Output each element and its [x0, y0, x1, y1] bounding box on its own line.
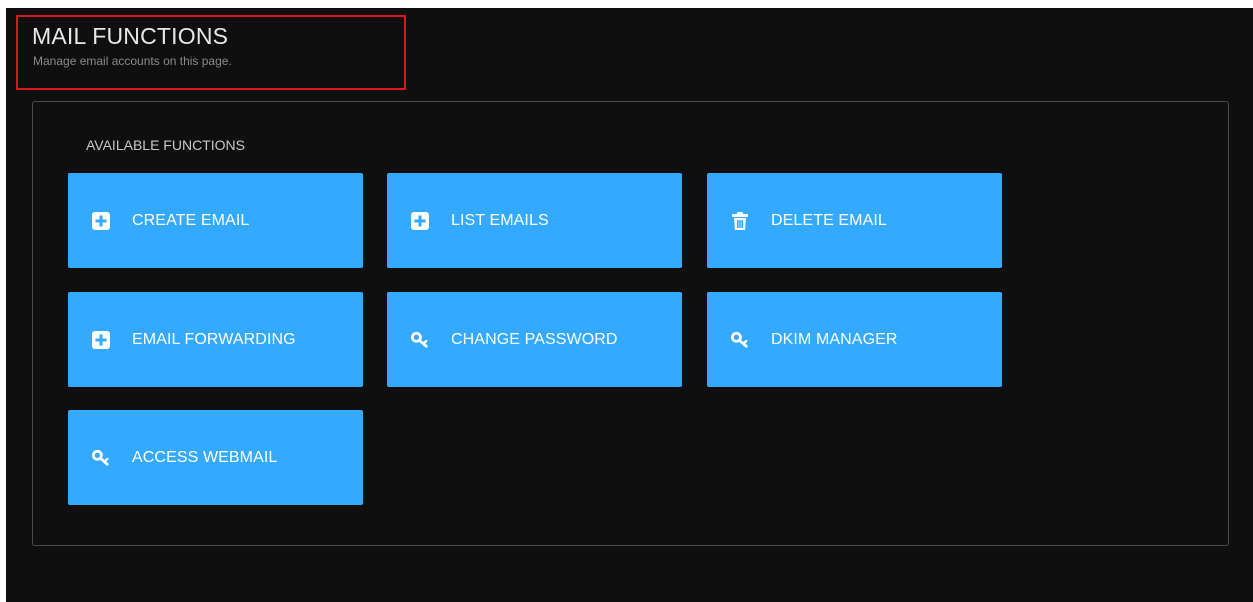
access-webmail-label: ACCESS WEBMAIL [132, 448, 278, 466]
main-canvas: MAIL FUNCTIONS Manage email accounts on … [6, 8, 1253, 602]
email-forwarding-label: EMAIL FORWARDING [132, 330, 296, 348]
page-subtitle: Manage email accounts on this page. [33, 54, 232, 68]
change-password-label: CHANGE PASSWORD [451, 330, 618, 348]
change-password-button[interactable]: CHANGE PASSWORD [387, 292, 682, 387]
plus-square-icon [411, 211, 429, 230]
key-icon [731, 331, 749, 349]
list-emails-label: LIST EMAILS [451, 211, 549, 229]
dkim-manager-label: DKIM MANAGER [771, 330, 898, 348]
page-title: MAIL FUNCTIONS [32, 23, 229, 49]
plus-square-icon [92, 211, 110, 230]
email-forwarding-button[interactable]: EMAIL FORWARDING [68, 292, 363, 387]
delete-email-label: DELETE EMAIL [771, 211, 887, 229]
key-icon [411, 331, 429, 349]
plus-square-icon [92, 330, 110, 349]
list-emails-button[interactable]: LIST EMAILS [387, 173, 682, 268]
delete-email-button[interactable]: DELETE EMAIL [707, 173, 1002, 268]
section-heading: AVAILABLE FUNCTIONS [86, 137, 245, 153]
key-icon [92, 449, 110, 467]
dkim-manager-button[interactable]: DKIM MANAGER [707, 292, 1002, 387]
trash-icon [731, 211, 749, 230]
create-email-button[interactable]: CREATE EMAIL [68, 173, 363, 268]
access-webmail-button[interactable]: ACCESS WEBMAIL [68, 410, 363, 505]
create-email-label: CREATE EMAIL [132, 211, 250, 229]
